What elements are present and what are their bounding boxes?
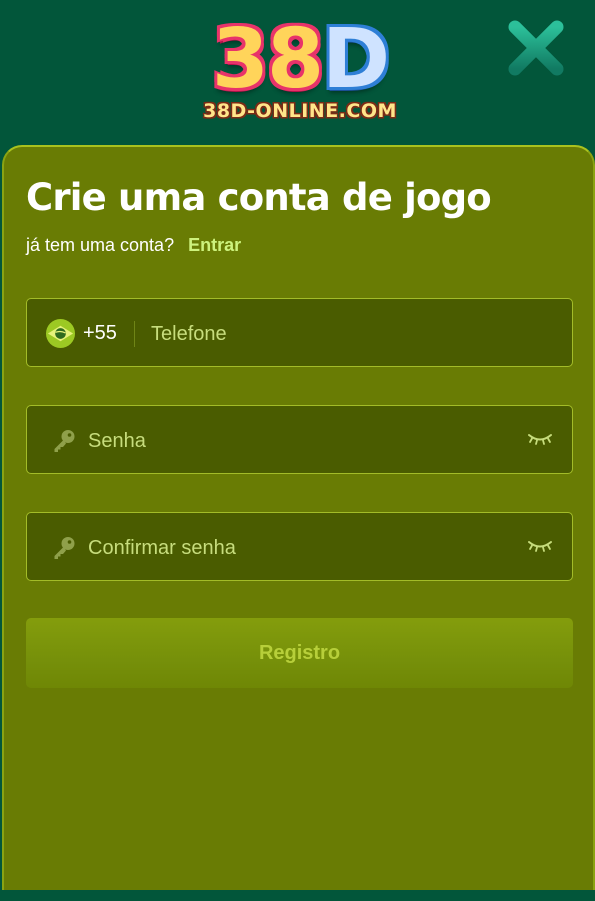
have-account-text: já tem uma conta? — [26, 235, 175, 255]
close-x-icon — [508, 20, 564, 76]
login-prompt: já tem uma conta? Entrar — [26, 235, 241, 256]
key-icon — [54, 537, 75, 559]
phone-input[interactable] — [151, 319, 551, 349]
page-title: Crie uma conta de jogo — [26, 176, 492, 219]
bottom-bar — [0, 890, 595, 901]
phone-field[interactable]: +55 — [26, 298, 573, 367]
country-dial-code[interactable]: +55 — [83, 322, 117, 345]
close-button[interactable] — [506, 18, 566, 78]
logo-subtitle: 38D-ONLINE.COM — [203, 100, 397, 122]
logo-wordmark: 38D — [190, 19, 410, 101]
brand-logo: 38D 38D-ONLINE.COM — [190, 19, 410, 125]
confirm-password-input[interactable] — [88, 533, 518, 563]
logo-wordmark-prefix: 38 — [211, 12, 324, 107]
field-divider — [134, 321, 135, 347]
header: 38D 38D-ONLINE.COM — [0, 0, 595, 145]
login-link[interactable]: Entrar — [188, 235, 241, 255]
key-icon — [54, 430, 75, 452]
logo-wordmark-suffix: D — [322, 12, 390, 107]
register-button[interactable]: Registro — [26, 618, 573, 688]
confirm-password-field[interactable] — [26, 512, 573, 581]
password-field[interactable] — [26, 405, 573, 474]
brazil-flag-icon[interactable] — [45, 318, 76, 349]
eye-closed-icon[interactable] — [527, 432, 553, 446]
password-input[interactable] — [88, 426, 518, 456]
eye-closed-icon[interactable] — [527, 539, 553, 553]
